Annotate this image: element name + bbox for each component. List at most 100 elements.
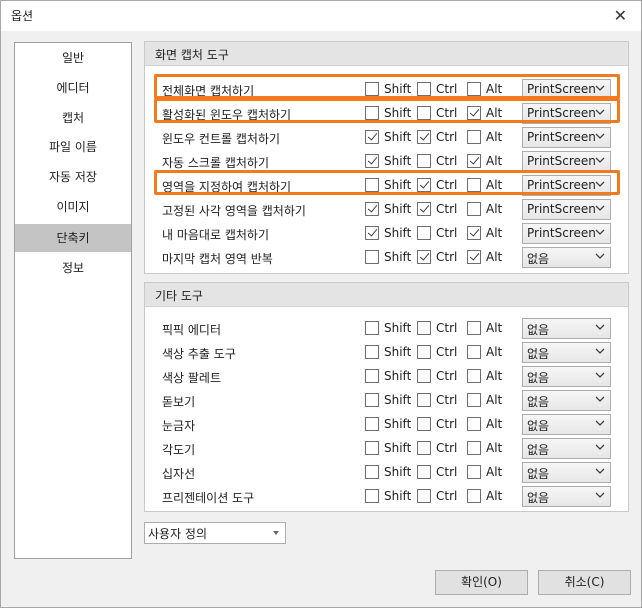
key-select[interactable]: 없음 — [522, 247, 611, 268]
hotkey-label: 내 마음대로 캡처하기 — [162, 228, 269, 242]
sidebar-item-hotkeys[interactable]: 단축키 — [15, 224, 131, 252]
alt-checkbox[interactable] — [467, 250, 481, 264]
ctrl-checkbox[interactable] — [417, 226, 431, 240]
cancel-button[interactable]: 취소(C) — [538, 570, 631, 595]
ctrl-checkbox[interactable] — [417, 250, 431, 264]
ctrl-checkbox[interactable] — [417, 441, 431, 455]
key-select[interactable]: PrintScreen — [522, 151, 611, 172]
key-select-value: 없음 — [527, 371, 550, 385]
shift-checkbox[interactable] — [365, 369, 379, 383]
ctrl-checkbox[interactable] — [417, 321, 431, 335]
key-select-value: PrintScreen — [527, 82, 596, 96]
alt-checkbox[interactable] — [467, 106, 481, 120]
alt-checkbox[interactable] — [467, 369, 481, 383]
alt-checkbox[interactable] — [467, 226, 481, 240]
key-select[interactable]: 없음 — [522, 342, 611, 363]
alt-checkbox[interactable] — [467, 178, 481, 192]
hotkey-label: 활성화된 윈도우 캡처하기 — [162, 108, 292, 122]
chevron-down-icon — [595, 394, 605, 404]
ctrl-checkbox[interactable] — [417, 489, 431, 503]
shift-checkbox[interactable] — [365, 393, 379, 407]
hotkey-row: 활성화된 윈도우 캡처하기 Shift Ctrl Alt PrintScreen — [145, 102, 628, 126]
key-select[interactable]: 없음 — [522, 390, 611, 411]
ctrl-checkbox[interactable] — [417, 465, 431, 479]
ctrl-checkbox[interactable] — [417, 393, 431, 407]
ctrl-checkbox[interactable] — [417, 82, 431, 96]
alt-checkbox[interactable] — [467, 202, 481, 216]
alt-label: Alt — [486, 226, 503, 240]
sidebar-item-image[interactable]: 이미지 — [15, 193, 131, 221]
sidebar-item-editor[interactable]: 에디터 — [15, 74, 131, 102]
alt-checkbox[interactable] — [467, 417, 481, 431]
shift-checkbox[interactable] — [365, 226, 379, 240]
ctrl-checkbox[interactable] — [417, 202, 431, 216]
alt-checkbox[interactable] — [467, 393, 481, 407]
key-select[interactable]: 없음 — [522, 366, 611, 387]
hotkey-row: 영역을 지정하여 캡처하기 Shift Ctrl Alt PrintScreen — [145, 174, 628, 198]
shift-checkbox[interactable] — [365, 321, 379, 335]
sidebar-item-general[interactable]: 일반 — [15, 44, 131, 72]
shift-checkbox[interactable] — [365, 250, 379, 264]
shift-checkbox[interactable] — [365, 154, 379, 168]
key-select[interactable]: PrintScreen — [522, 127, 611, 148]
ok-button[interactable]: 확인(O) — [435, 570, 528, 595]
key-select[interactable]: PrintScreen — [522, 223, 611, 244]
hotkey-row: 돋보기 Shift Ctrl Alt 없음 — [145, 389, 628, 413]
shift-checkbox[interactable] — [365, 178, 379, 192]
shift-checkbox[interactable] — [365, 345, 379, 359]
ctrl-checkbox[interactable] — [417, 178, 431, 192]
shift-checkbox[interactable] — [365, 465, 379, 479]
alt-label: Alt — [486, 130, 503, 144]
ctrl-checkbox[interactable] — [417, 130, 431, 144]
key-select[interactable]: 없음 — [522, 318, 611, 339]
hotkey-label: 영역을 지정하여 캡처하기 — [162, 180, 292, 194]
ctrl-checkbox[interactable] — [417, 154, 431, 168]
shift-checkbox[interactable] — [365, 106, 379, 120]
hotkey-row: 색상 추출 도구 Shift Ctrl Alt 없음 — [145, 341, 628, 365]
group-title: 기타 도구 — [155, 289, 203, 303]
alt-checkbox[interactable] — [467, 130, 481, 144]
alt-checkbox[interactable] — [467, 489, 481, 503]
chevron-down-icon — [595, 490, 605, 500]
sidebar-item-about[interactable]: 정보 — [15, 254, 131, 282]
alt-checkbox[interactable] — [467, 441, 481, 455]
key-select[interactable]: PrintScreen — [522, 175, 611, 196]
key-select[interactable]: 없음 — [522, 438, 611, 459]
hotkey-row: 내 마음대로 캡처하기 Shift Ctrl Alt PrintScreen — [145, 222, 628, 246]
key-select[interactable]: PrintScreen — [522, 79, 611, 100]
alt-label: Alt — [486, 250, 503, 264]
hotkey-row: 고정된 사각 영역을 캡처하기 Shift Ctrl Alt PrintScreen — [145, 198, 628, 222]
alt-checkbox[interactable] — [467, 345, 481, 359]
alt-checkbox[interactable] — [467, 321, 481, 335]
shift-checkbox[interactable] — [365, 489, 379, 503]
sidebar-item-capture[interactable]: 캡처 — [15, 104, 131, 132]
alt-checkbox[interactable] — [467, 154, 481, 168]
ctrl-checkbox[interactable] — [417, 106, 431, 120]
hotkey-row: 프리젠테이션 도구 Shift Ctrl Alt 없음 — [145, 485, 628, 509]
chevron-down-icon — [595, 370, 605, 380]
ctrl-label: Ctrl — [436, 417, 458, 431]
sidebar-item-filename[interactable]: 파일 이름 — [15, 133, 131, 161]
sidebar-item-autosave[interactable]: 자동 저장 — [15, 163, 131, 191]
key-select-value: PrintScreen — [527, 106, 596, 120]
hotkey-label: 눈금자 — [162, 419, 196, 433]
shift-checkbox[interactable] — [365, 82, 379, 96]
shift-checkbox[interactable] — [365, 130, 379, 144]
key-select[interactable]: PrintScreen — [522, 103, 611, 124]
ctrl-checkbox[interactable] — [417, 369, 431, 383]
shift-checkbox[interactable] — [365, 417, 379, 431]
key-select[interactable]: 없음 — [522, 414, 611, 435]
ctrl-checkbox[interactable] — [417, 345, 431, 359]
shift-checkbox[interactable] — [365, 441, 379, 455]
close-icon[interactable]: ✕ — [614, 6, 627, 25]
ctrl-checkbox[interactable] — [417, 417, 431, 431]
key-select[interactable]: 없음 — [522, 486, 611, 507]
key-select-value: 없음 — [527, 419, 550, 433]
alt-checkbox[interactable] — [467, 82, 481, 96]
preset-dropdown[interactable]: 사용자 정의 — [144, 522, 286, 544]
key-select[interactable]: 없음 — [522, 462, 611, 483]
alt-checkbox[interactable] — [467, 465, 481, 479]
key-select[interactable]: PrintScreen — [522, 199, 611, 220]
shift-checkbox[interactable] — [365, 202, 379, 216]
hotkey-row: 전체화면 캡처하기 Shift Ctrl Alt PrintScreen — [145, 78, 628, 102]
